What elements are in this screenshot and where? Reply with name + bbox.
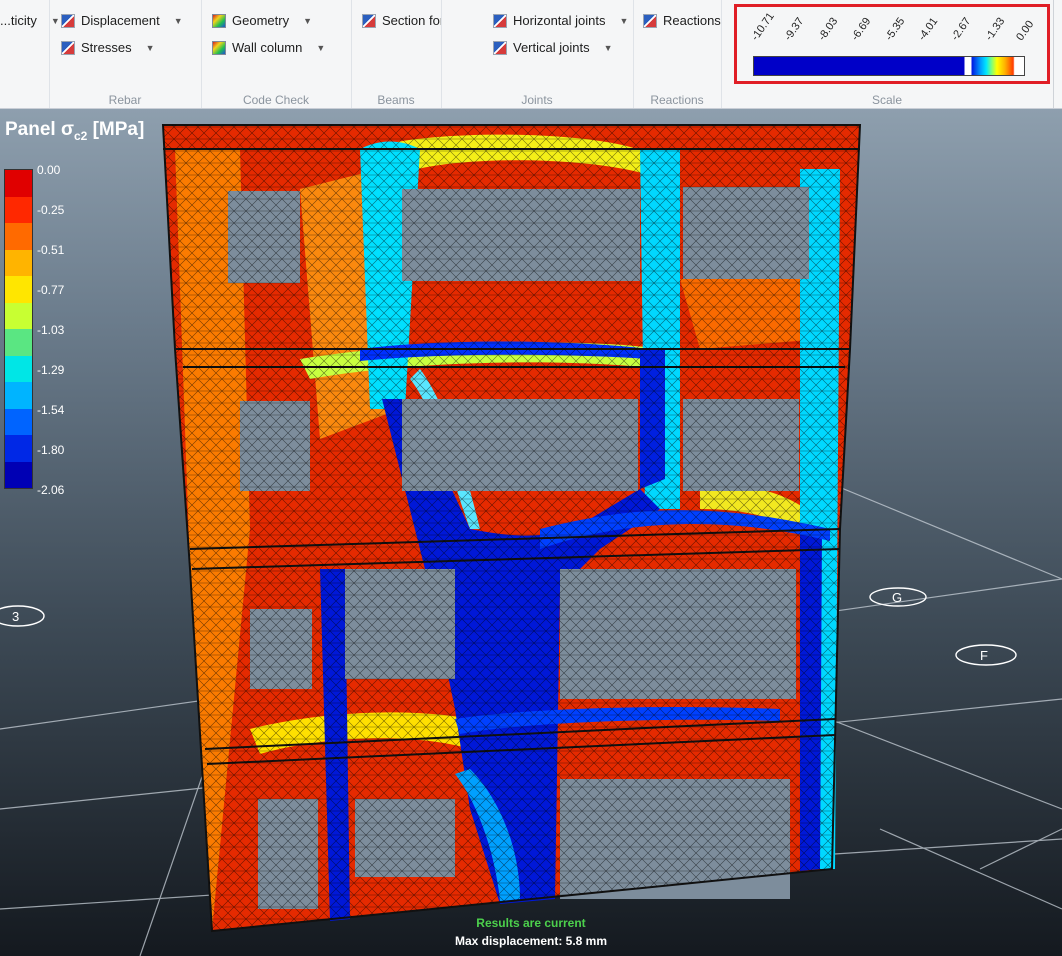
ribbon-toolbar: ...ticity ▼ Displacement ▼ Stresses ▼ Rebar…	[0, 0, 1062, 109]
scale-widget[interactable]: -10.71 -9.37 -8.03 -6.69 -5.35 -4.01 -2.…	[734, 4, 1050, 84]
group-label-scale: Scale	[871, 93, 903, 107]
legend-color-band	[5, 435, 32, 462]
legend-color-band	[5, 329, 32, 356]
wall-column-label: Wall column	[232, 40, 303, 55]
scale-tick: -1.33	[983, 15, 1008, 43]
legend-color-band	[5, 408, 32, 435]
legend-title-unit: [MPa]	[87, 119, 145, 140]
horizontal-joints-label: Horizontal joints	[513, 13, 606, 28]
legend-label: -1.80	[37, 443, 65, 457]
chevron-down-icon: ▼	[603, 42, 613, 53]
vertical-joints-icon	[493, 40, 507, 55]
3d-viewport[interactable]: 3 G F Panel σc2 [MPa] 0.00 -0.25 -0.51 -…	[0, 109, 1062, 956]
legend-color-band	[5, 196, 32, 223]
wall-column-button[interactable]: Wall column ▼	[212, 40, 325, 55]
grid-marker-g: G	[869, 587, 927, 607]
reactions-button[interactable]: Reactions	[643, 13, 721, 28]
ribbon-group-code-check: Geometry ▼ Wall column ▼ Code Check	[201, 0, 352, 108]
ribbon-group-rebar: Displacement ▼ Stresses ▼ Rebar	[49, 0, 202, 108]
scale-tick: -2.67	[949, 15, 974, 43]
model-canvas[interactable]: 3 G F	[0, 109, 1062, 956]
vertical-joints-label: Vertical joints	[513, 40, 590, 55]
group-label-rebar: Rebar	[108, 93, 142, 107]
plasticity-label: ...ticity	[0, 13, 37, 28]
wall-column-icon	[212, 40, 226, 55]
chevron-down-icon: ▼	[173, 15, 183, 26]
scale-tick: -9.37	[782, 15, 807, 43]
legend-color-band	[5, 461, 32, 488]
scale-tick: -5.35	[883, 15, 908, 43]
displacement-label: Displacement	[81, 13, 160, 28]
chevron-down-icon: ▼	[303, 15, 312, 26]
legend-color-band	[5, 249, 32, 276]
legend-label: -0.25	[37, 203, 65, 217]
reactions-icon	[643, 13, 657, 28]
reactions-label: Reactions	[663, 13, 721, 28]
section-forces-label: Section for...	[382, 13, 442, 28]
ribbon-group-reactions: Reactions Reactions	[633, 0, 722, 108]
group-label-beams: Beams	[377, 93, 415, 107]
scale-tick: -4.01	[916, 15, 941, 43]
vertical-joints-button[interactable]: Vertical joints ▼	[493, 40, 613, 55]
legend-color-band	[5, 276, 32, 303]
legend-color-band	[5, 223, 32, 250]
legend-label: -0.77	[37, 283, 65, 297]
grid-marker-3: 3	[0, 605, 45, 627]
legend-color-band	[5, 170, 32, 197]
displacement-button[interactable]: Displacement ▼	[61, 13, 183, 28]
chevron-down-icon: ▼	[619, 15, 629, 26]
legend-label: -2.06	[37, 483, 65, 497]
svg-text:3: 3	[12, 609, 19, 624]
chevron-down-icon: ▼	[316, 42, 326, 53]
ribbon-group-beams: Section for... Beams	[351, 0, 442, 108]
ribbon-group-plasticity: ...ticity ▼	[0, 0, 60, 108]
displacement-icon	[61, 13, 75, 28]
group-label-joints: Joints	[521, 93, 553, 107]
svg-text:G: G	[892, 590, 902, 605]
horizontal-joints-icon	[493, 13, 507, 28]
legend-label: 0.00	[37, 163, 61, 177]
legend-color-band	[5, 382, 32, 409]
scale-tick: 0.00	[1014, 18, 1037, 43]
legend-title: Panel σc2 [MPa]	[5, 119, 144, 143]
section-forces-icon	[362, 13, 376, 28]
legend-color-band	[5, 355, 32, 382]
section-forces-button[interactable]: Section for...	[362, 13, 442, 28]
legend-label: -1.54	[37, 403, 65, 417]
legend-title-sub: c2	[73, 128, 88, 143]
svg-text:F: F	[980, 648, 988, 663]
scale-tick: -10.71	[749, 10, 777, 43]
legend-title-main: Panel σ	[5, 119, 74, 140]
stresses-label: Stresses	[81, 40, 132, 55]
scale-color-bar[interactable]	[753, 56, 1025, 76]
chevron-down-icon: ▼	[145, 42, 155, 53]
group-label-reactions: Reactions	[650, 93, 704, 107]
legend-label: -1.29	[37, 363, 65, 377]
geometry-label: Geometry	[232, 13, 290, 28]
results-status: Results are current	[476, 916, 586, 930]
group-label-code-check: Code Check	[242, 93, 310, 107]
legend-label: -1.03	[37, 323, 65, 337]
max-displacement-status: Max displacement: 5.8 mm	[454, 934, 608, 948]
legend-color-band	[5, 302, 32, 329]
legend-color-bar	[4, 169, 33, 489]
geometry-button[interactable]: Geometry ▼	[212, 13, 312, 28]
geometry-icon	[212, 13, 226, 28]
legend-label: -0.51	[37, 243, 65, 257]
grid-marker-f: F	[955, 644, 1017, 666]
stresses-icon	[61, 40, 75, 55]
horizontal-joints-button[interactable]: Horizontal joints ▼	[493, 13, 628, 28]
scale-tick: -6.69	[849, 15, 874, 43]
ribbon-group-joints: Horizontal joints ▼ Vertical joints ▼ Join…	[441, 0, 634, 108]
stresses-button[interactable]: Stresses ▼	[61, 40, 155, 55]
scale-tick: -8.03	[816, 15, 841, 43]
wall-stress-model[interactable]	[161, 124, 862, 933]
